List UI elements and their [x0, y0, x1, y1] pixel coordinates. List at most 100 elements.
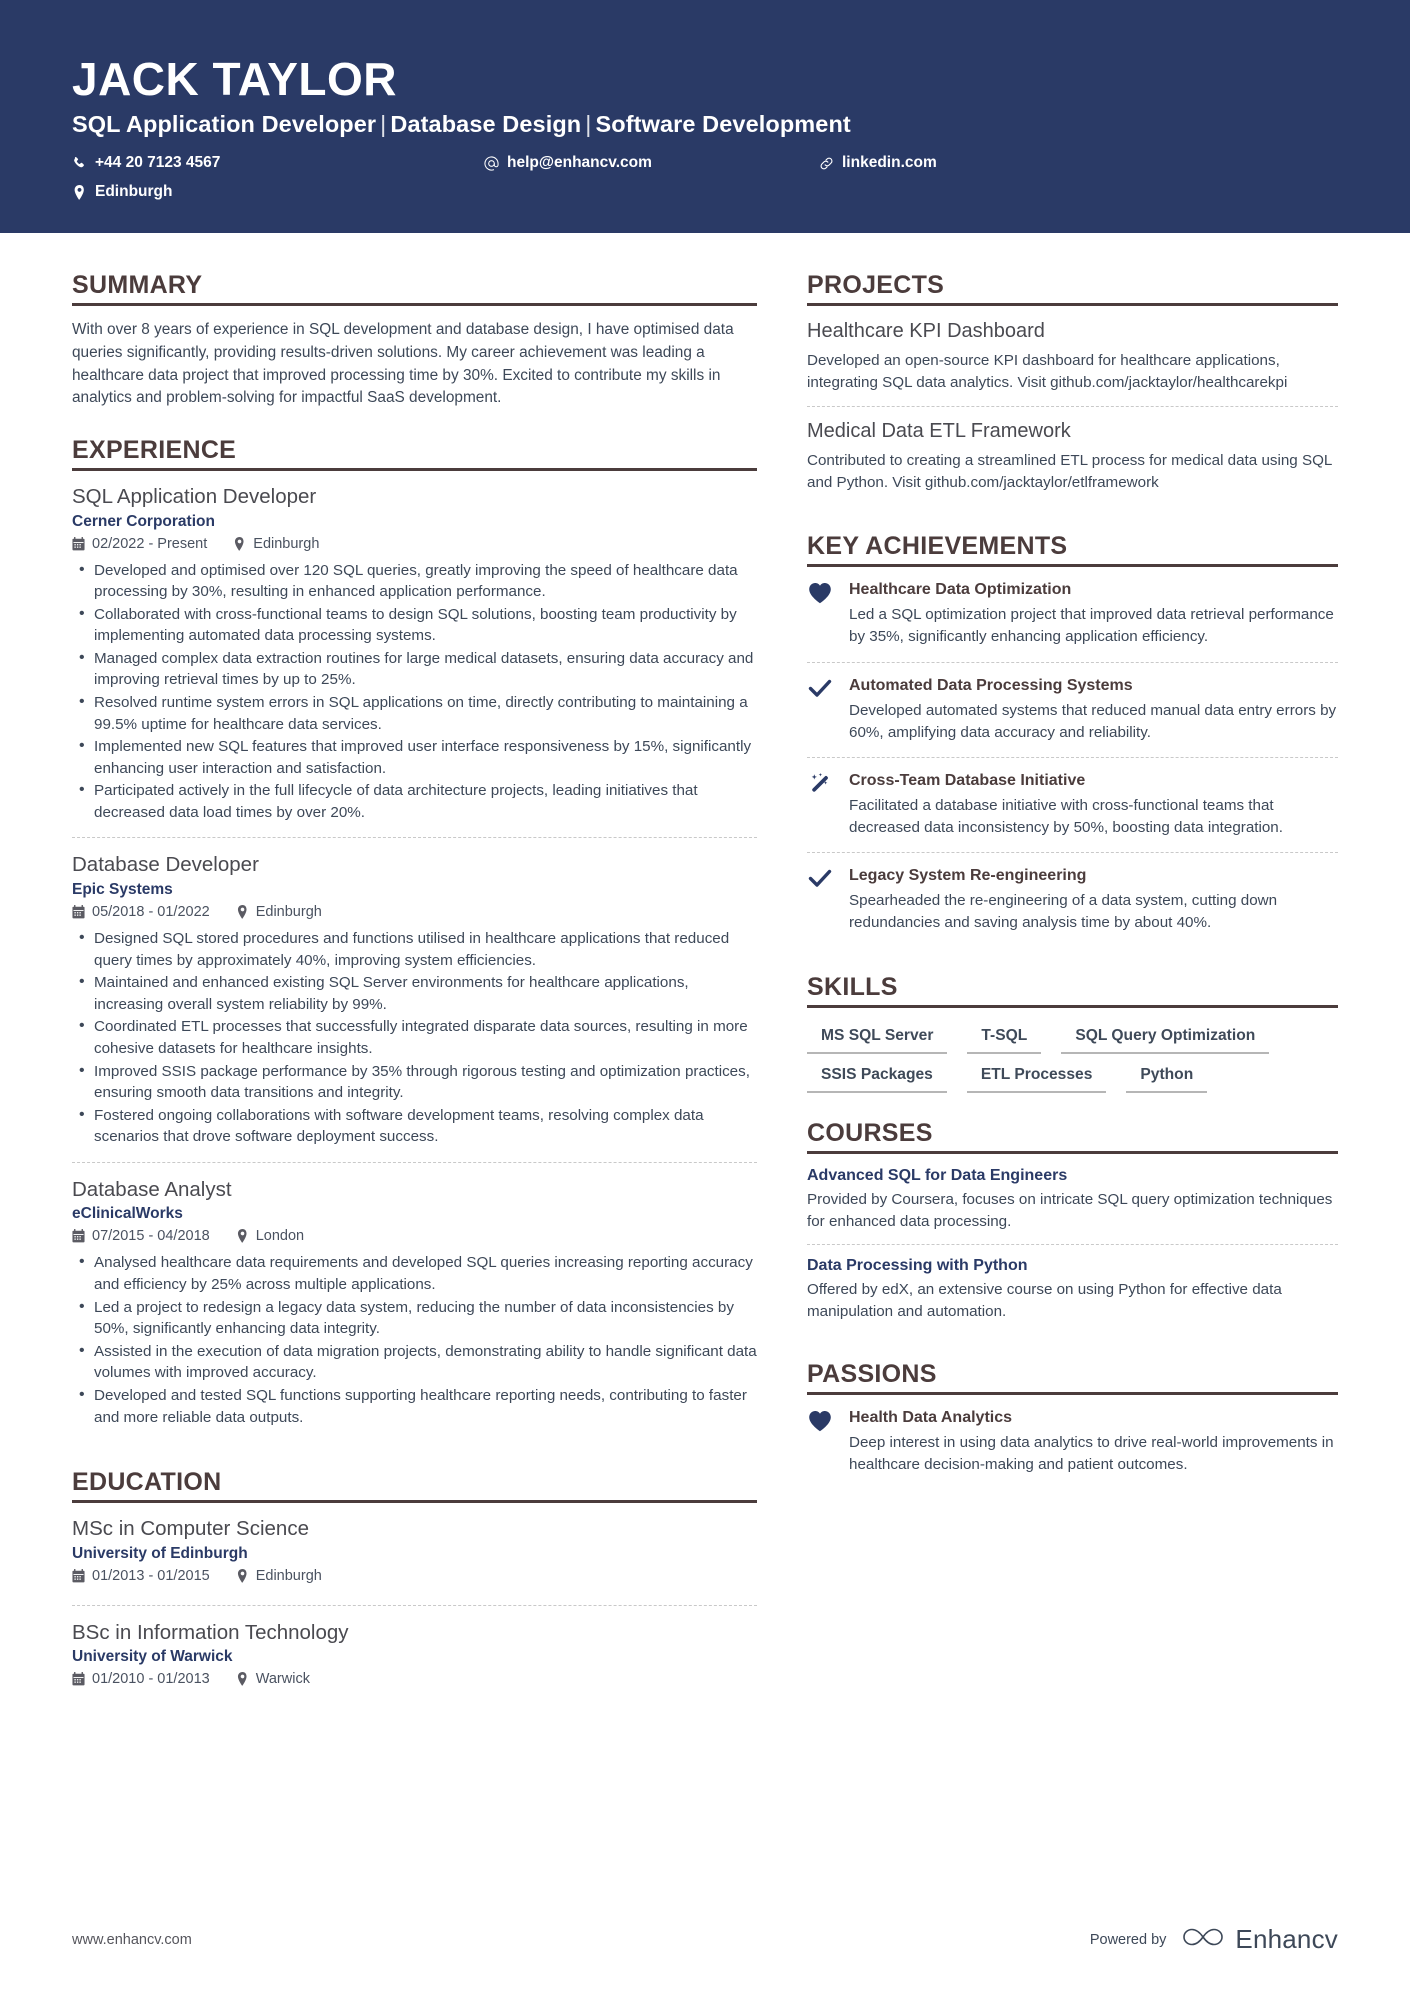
headline-part-3: Software Development [595, 111, 851, 138]
achievement-body: Cross-Team Database Initiative Facilitate… [849, 771, 1338, 839]
summary-text: With over 8 years of experience in SQL d… [72, 321, 734, 407]
section-skills: SKILLS MS SQL Server T-SQL SQL Query Optim… [807, 973, 1338, 1093]
achievement-title: Healthcare Data Optimization [849, 581, 1072, 599]
education-degree: BSc in Information Technology [72, 1620, 349, 1644]
powered-by-label: Powered by [1089, 1931, 1167, 1948]
experience-bullet: Designed SQL stored procedures and funct… [72, 927, 757, 971]
entry-dates: 05/2018 - 01/2022 [72, 904, 210, 920]
check-icon [807, 676, 833, 744]
calendar-icon [72, 905, 85, 919]
footer-url[interactable]: www.enhancv.com [72, 1932, 192, 1948]
calendar-icon [72, 1229, 85, 1243]
heart-icon [807, 580, 833, 648]
skills-list: MS SQL Server T-SQL SQL Query Optimization… [807, 1021, 1338, 1093]
contact-linkedin-text: linkedin.com [842, 154, 937, 172]
skill-tag: T-SQL [967, 1023, 1042, 1054]
projects-list: Healthcare KPI Dashboard Developed an ope… [807, 319, 1338, 506]
entry-location: Edinburgh [236, 1568, 322, 1584]
entry-meta: 01/2010 - 01/2013 Warwick [72, 1671, 757, 1687]
entry-location: Warwick [236, 1671, 310, 1687]
entry-location-text: London [255, 1228, 305, 1245]
skill-tag: SQL Query Optimization [1061, 1023, 1270, 1054]
entry-location-text: Edinburgh [255, 1567, 322, 1584]
left-column: SUMMARY With over 8 years of experience … [72, 233, 807, 1924]
experience-company: Epic Systems [72, 881, 173, 899]
experience-role: Database Analyst [72, 1177, 232, 1201]
contact-row: +44 20 7123 4567 Edinburgh help@enhancv.… [72, 151, 1338, 209]
calendar-icon [72, 536, 85, 551]
section-courses: COURSES Advanced SQL for Data Engineers P… [807, 1119, 1338, 1334]
section-experience: EXPERIENCE SQL Application Developer Cern… [72, 436, 757, 1442]
location-pin-icon [236, 905, 249, 919]
experience-bullet: Maintained and enhanced existing SQL Ser… [72, 971, 757, 1015]
entry-dates-text: 05/2018 - 01/2022 [92, 904, 210, 921]
location-pin-icon [236, 1672, 249, 1687]
contact-linkedin[interactable]: linkedin.com [819, 151, 1338, 175]
achievement-title: Cross-Team Database Initiative [849, 771, 1086, 789]
entry-meta: 05/2018 - 01/2022 Edinburgh [72, 904, 757, 920]
experience-bullet: Developed and tested SQL functions suppo… [72, 1384, 757, 1428]
location-pin-icon [236, 1229, 249, 1244]
project-description: Contributed to creating a streamlined ET… [807, 452, 1332, 492]
skill-tag: MS SQL Server [807, 1023, 948, 1054]
experience-bullet: Analysed healthcare data requirements an… [72, 1251, 757, 1295]
achievements-list: Healthcare Data Optimization Led a SQL op… [807, 580, 1338, 946]
location-pin-icon [233, 536, 246, 551]
experience-role: Database Developer [72, 853, 259, 877]
section-title-courses: COURSES [807, 1119, 1338, 1154]
entry-dates-text: 01/2013 - 01/2015 [92, 1567, 210, 1584]
professional-headline: SQL Application Developer | Database Desig… [72, 111, 1338, 138]
education-list: MSc in Computer Science University of Edi… [72, 1516, 757, 1708]
entry-dates: 01/2013 - 01/2015 [72, 1568, 210, 1584]
course-name: Data Processing with Python [807, 1256, 1028, 1274]
achievement-item: Healthcare Data Optimization Led a SQL op… [807, 580, 1338, 661]
experience-bullet: Participated actively in the full lifecy… [72, 779, 757, 823]
courses-list: Advanced SQL for Data Engineers Provided … [807, 1167, 1338, 1334]
brand-logo: Enhancv [1180, 1924, 1338, 1955]
contact-column-right: linkedin.com [819, 151, 1338, 180]
course-item: Data Processing with Python Offered by ed… [807, 1243, 1338, 1334]
enhancv-mark-icon [1180, 1924, 1226, 1955]
check-icon [807, 866, 833, 934]
experience-bullets: Designed SQL stored procedures and funct… [72, 927, 757, 1148]
contact-phone[interactable]: +44 20 7123 4567 [72, 151, 484, 175]
entry-dates: 01/2010 - 01/2013 [72, 1671, 210, 1687]
page-title: JACK TAYLOR [72, 53, 397, 105]
section-passions: PASSIONS Health Data Analytics Deep inter… [807, 1360, 1338, 1489]
headline-separator: | [585, 111, 592, 138]
passion-item: Health Data Analytics Deep interest in us… [807, 1408, 1338, 1489]
experience-bullet: Managed complex data extraction routines… [72, 647, 757, 691]
contact-column-left: +44 20 7123 4567 Edinburgh [72, 151, 484, 209]
experience-bullet: Resolved runtime system errors in SQL ap… [72, 691, 757, 735]
magic-wand-icon [807, 771, 833, 839]
experience-bullets: Developed and optimised over 120 SQL que… [72, 559, 757, 824]
headline-part-1: SQL Application Developer [72, 111, 377, 138]
resume-page: JACK TAYLOR SQL Application Developer | Da… [0, 0, 1410, 1995]
phone-icon [72, 156, 87, 171]
education-school: University of Warwick [72, 1648, 233, 1666]
calendar-icon [72, 1568, 85, 1583]
entry-location-text: Edinburgh [253, 535, 320, 552]
section-title-education: EDUCATION [72, 1468, 757, 1504]
skill-tag: ETL Processes [966, 1062, 1107, 1093]
passions-list: Health Data Analytics Deep interest in us… [807, 1408, 1338, 1489]
entry-location: Edinburgh [233, 536, 319, 552]
headline-separator: | [380, 111, 387, 138]
education-school: University of Edinburgh [72, 1544, 248, 1562]
achievement-description: Led a SQL optimization project that impr… [849, 606, 1334, 646]
section-education: EDUCATION MSc in Computer Science Univers… [72, 1468, 757, 1708]
achievement-body: Automated Data Processing Systems Develop… [849, 676, 1338, 744]
achievement-description: Spearheaded the re-engineering of a data… [849, 891, 1278, 931]
experience-company: Cerner Corporation [72, 512, 215, 530]
entry-dates: 07/2015 - 04/2018 [72, 1228, 210, 1244]
contact-email[interactable]: help@enhancv.com [484, 151, 819, 175]
passion-title: Health Data Analytics [849, 1408, 1013, 1426]
experience-bullet: Coordinated ETL processes that successfu… [72, 1015, 757, 1059]
contact-location-text: Edinburgh [95, 183, 173, 201]
section-projects: PROJECTS Healthcare KPI Dashboard Develop… [807, 271, 1338, 506]
brand-name: Enhancv [1235, 1924, 1338, 1954]
contact-phone-text: +44 20 7123 4567 [95, 154, 221, 172]
contact-location: Edinburgh [72, 180, 484, 204]
project-description: Developed an open-source KPI dashboard f… [807, 352, 1288, 392]
headline-part-2: Database Design [390, 111, 582, 138]
